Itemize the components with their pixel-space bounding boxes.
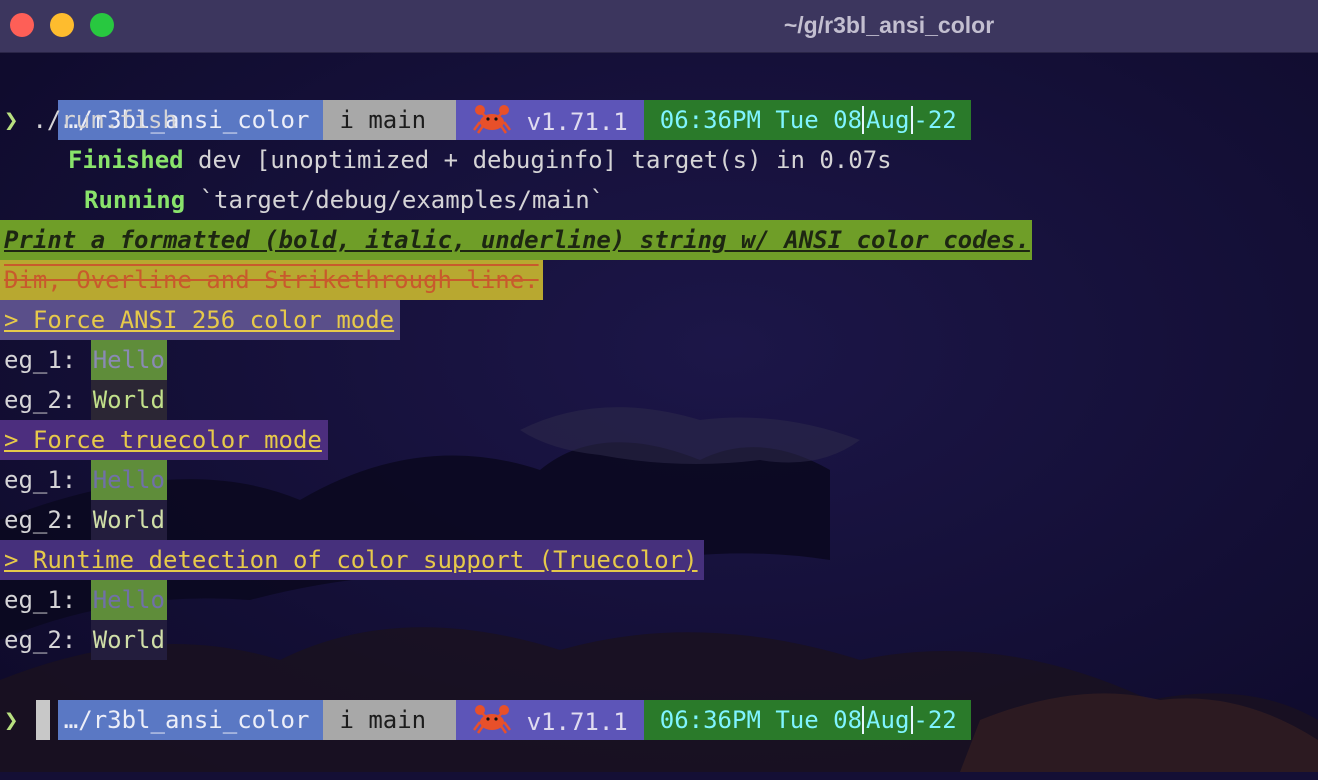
prompt-chevron-icon: ❯	[4, 706, 19, 734]
example-row: eg_2: World	[0, 380, 1318, 420]
example-label: eg_1:	[4, 346, 91, 374]
example-value: World	[90, 620, 167, 660]
example-value: Hello	[90, 580, 167, 620]
example-value: World	[90, 380, 167, 420]
formatted-line: Print a formatted (bold, italic, underli…	[0, 220, 1318, 260]
example-value: Hello	[90, 340, 167, 380]
cargo-finished-label: Finished	[68, 146, 184, 174]
window-title: ~/g/r3bl_ansi_color	[783, 12, 995, 38]
example-value: Hello	[90, 460, 167, 500]
example-row: eg_1: Hello	[0, 580, 1318, 620]
example-row: eg_2: World	[0, 620, 1318, 660]
cargo-finished-line: Finished dev [unoptimized + debuginfo] t…	[0, 140, 1318, 180]
dim-line: Dim, Overline and Strikethrough line.	[0, 260, 1318, 300]
section-header-row: > Force ANSI 256 color mode	[0, 300, 1318, 340]
cargo-finished-text: dev [unoptimized + debuginfo] target(s) …	[183, 146, 892, 174]
section-header: > Force ANSI 256 color mode	[0, 300, 401, 340]
prompt-bar: …/r3bl_ansi_color i main v1.71.1 06:36PM T…	[0, 660, 1318, 740]
section-header-row: > Force truecolor mode	[0, 420, 1318, 460]
dim-string: Dim, Overline and Strikethrough line.	[0, 260, 543, 300]
cargo-running-text: `target/debug/examples/main`	[185, 186, 605, 214]
example-label: eg_1:	[4, 586, 91, 614]
prompt-bar: …/r3bl_ansi_color i main v1.71.1 06:36PM T…	[0, 60, 1318, 140]
command-line: ❯ ./run.fish	[0, 100, 1318, 140]
example-row: eg_1: Hello	[0, 340, 1318, 380]
window-titlebar: ~/g/r3bl_ansi_color	[0, 0, 1318, 53]
example-row: eg_1: Hello	[0, 460, 1318, 500]
example-label: eg_2:	[4, 506, 91, 534]
example-label: eg_2:	[4, 386, 91, 414]
prompt-chevron-icon: ❯	[4, 106, 19, 134]
example-label: eg_1:	[4, 466, 91, 494]
terminal-output[interactable]: …/r3bl_ansi_color i main v1.71.1 06:36PM T…	[0, 60, 1318, 740]
example-row: eg_2: World	[0, 500, 1318, 540]
section-header-row: > Runtime detection of color support (Tr…	[0, 540, 1318, 580]
command-text: ./run.fish	[32, 106, 177, 134]
cargo-running-line: Running `target/debug/examples/main`	[0, 180, 1318, 220]
example-label: eg_2:	[4, 626, 91, 654]
section-header: > Force truecolor mode	[0, 420, 328, 460]
example-value: World	[90, 500, 167, 540]
cargo-running-label: Running	[84, 186, 186, 214]
section-header: > Runtime detection of color support (Tr…	[0, 540, 704, 580]
formatted-string: Print a formatted (bold, italic, underli…	[0, 220, 1032, 260]
text-cursor	[36, 700, 51, 740]
active-prompt-line[interactable]: ❯	[0, 700, 1318, 740]
